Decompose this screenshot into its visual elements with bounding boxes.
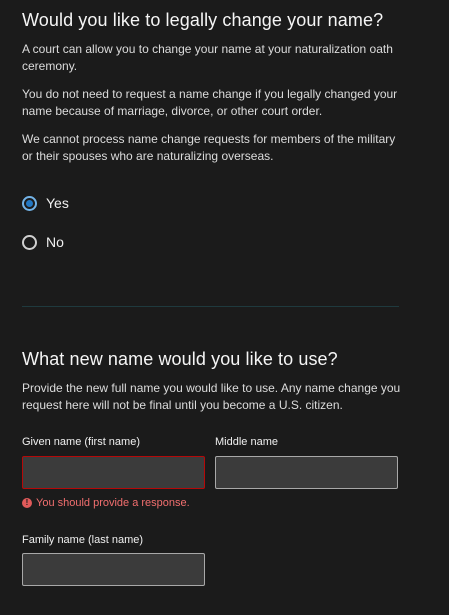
radio-yes-button[interactable] [22, 195, 37, 211]
radio-option-yes[interactable]: Yes [22, 195, 69, 211]
error-message-text: You should provide a response. [36, 497, 190, 509]
radio-option-no[interactable]: No [22, 234, 64, 250]
new-name-description: Provide the new full name you would like… [22, 381, 401, 412]
name-change-question-title: Would you like to legally change your na… [22, 10, 384, 30]
given-name-label: Given name (first name) [22, 436, 140, 448]
marriage-paragraph: You do not need to request a name change… [22, 87, 398, 118]
family-name-label: Family name (last name) [22, 534, 144, 546]
given-name-error: ! You should provide a response. [22, 497, 190, 509]
error-icon: ! [22, 498, 32, 508]
intro-paragraph: A court can allow you to change your nam… [22, 42, 393, 73]
radio-yes-label: Yes [46, 195, 69, 211]
middle-name-label: Middle name [215, 436, 278, 448]
given-name-input[interactable] [22, 456, 205, 489]
section-divider [22, 306, 399, 307]
military-paragraph: We cannot process name change requests f… [22, 132, 396, 163]
radio-no-label: No [46, 234, 64, 250]
radio-no-button[interactable] [22, 234, 37, 250]
middle-name-input[interactable] [215, 456, 398, 489]
new-name-title: What new name would you like to use? [22, 349, 338, 369]
family-name-input[interactable] [22, 553, 205, 586]
